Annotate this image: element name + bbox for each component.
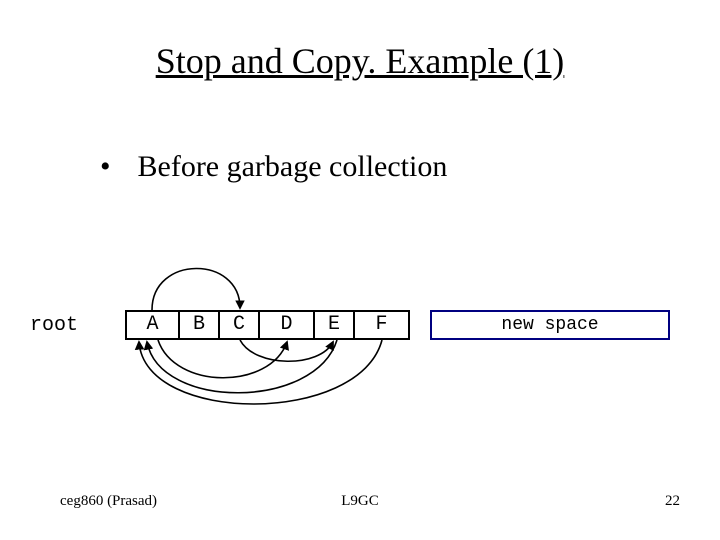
- arrow-f-to-a: [139, 340, 382, 404]
- cell-d: D: [260, 310, 315, 340]
- cell-e: E: [315, 310, 355, 340]
- arrow-a-to-c: [152, 268, 240, 310]
- new-space-box: new space: [430, 310, 670, 340]
- cell-b: B: [180, 310, 220, 340]
- cell-a: A: [125, 310, 180, 340]
- root-label: root: [30, 314, 78, 337]
- arrow-e-to-a: [147, 340, 337, 393]
- bullet-marker: •: [100, 150, 130, 184]
- bullet-item: • Before garbage collection: [100, 150, 447, 184]
- cell-c: C: [220, 310, 260, 340]
- cell-f: F: [355, 310, 410, 340]
- footer-lecture: L9GC: [0, 493, 720, 510]
- slide-title: Stop and Copy. Example (1): [0, 40, 720, 82]
- arrow-a-to-d: [158, 340, 287, 378]
- footer-page-number: 22: [665, 493, 680, 510]
- arrow-c-to-e: [240, 340, 333, 361]
- bullet-text: Before garbage collection: [138, 150, 448, 183]
